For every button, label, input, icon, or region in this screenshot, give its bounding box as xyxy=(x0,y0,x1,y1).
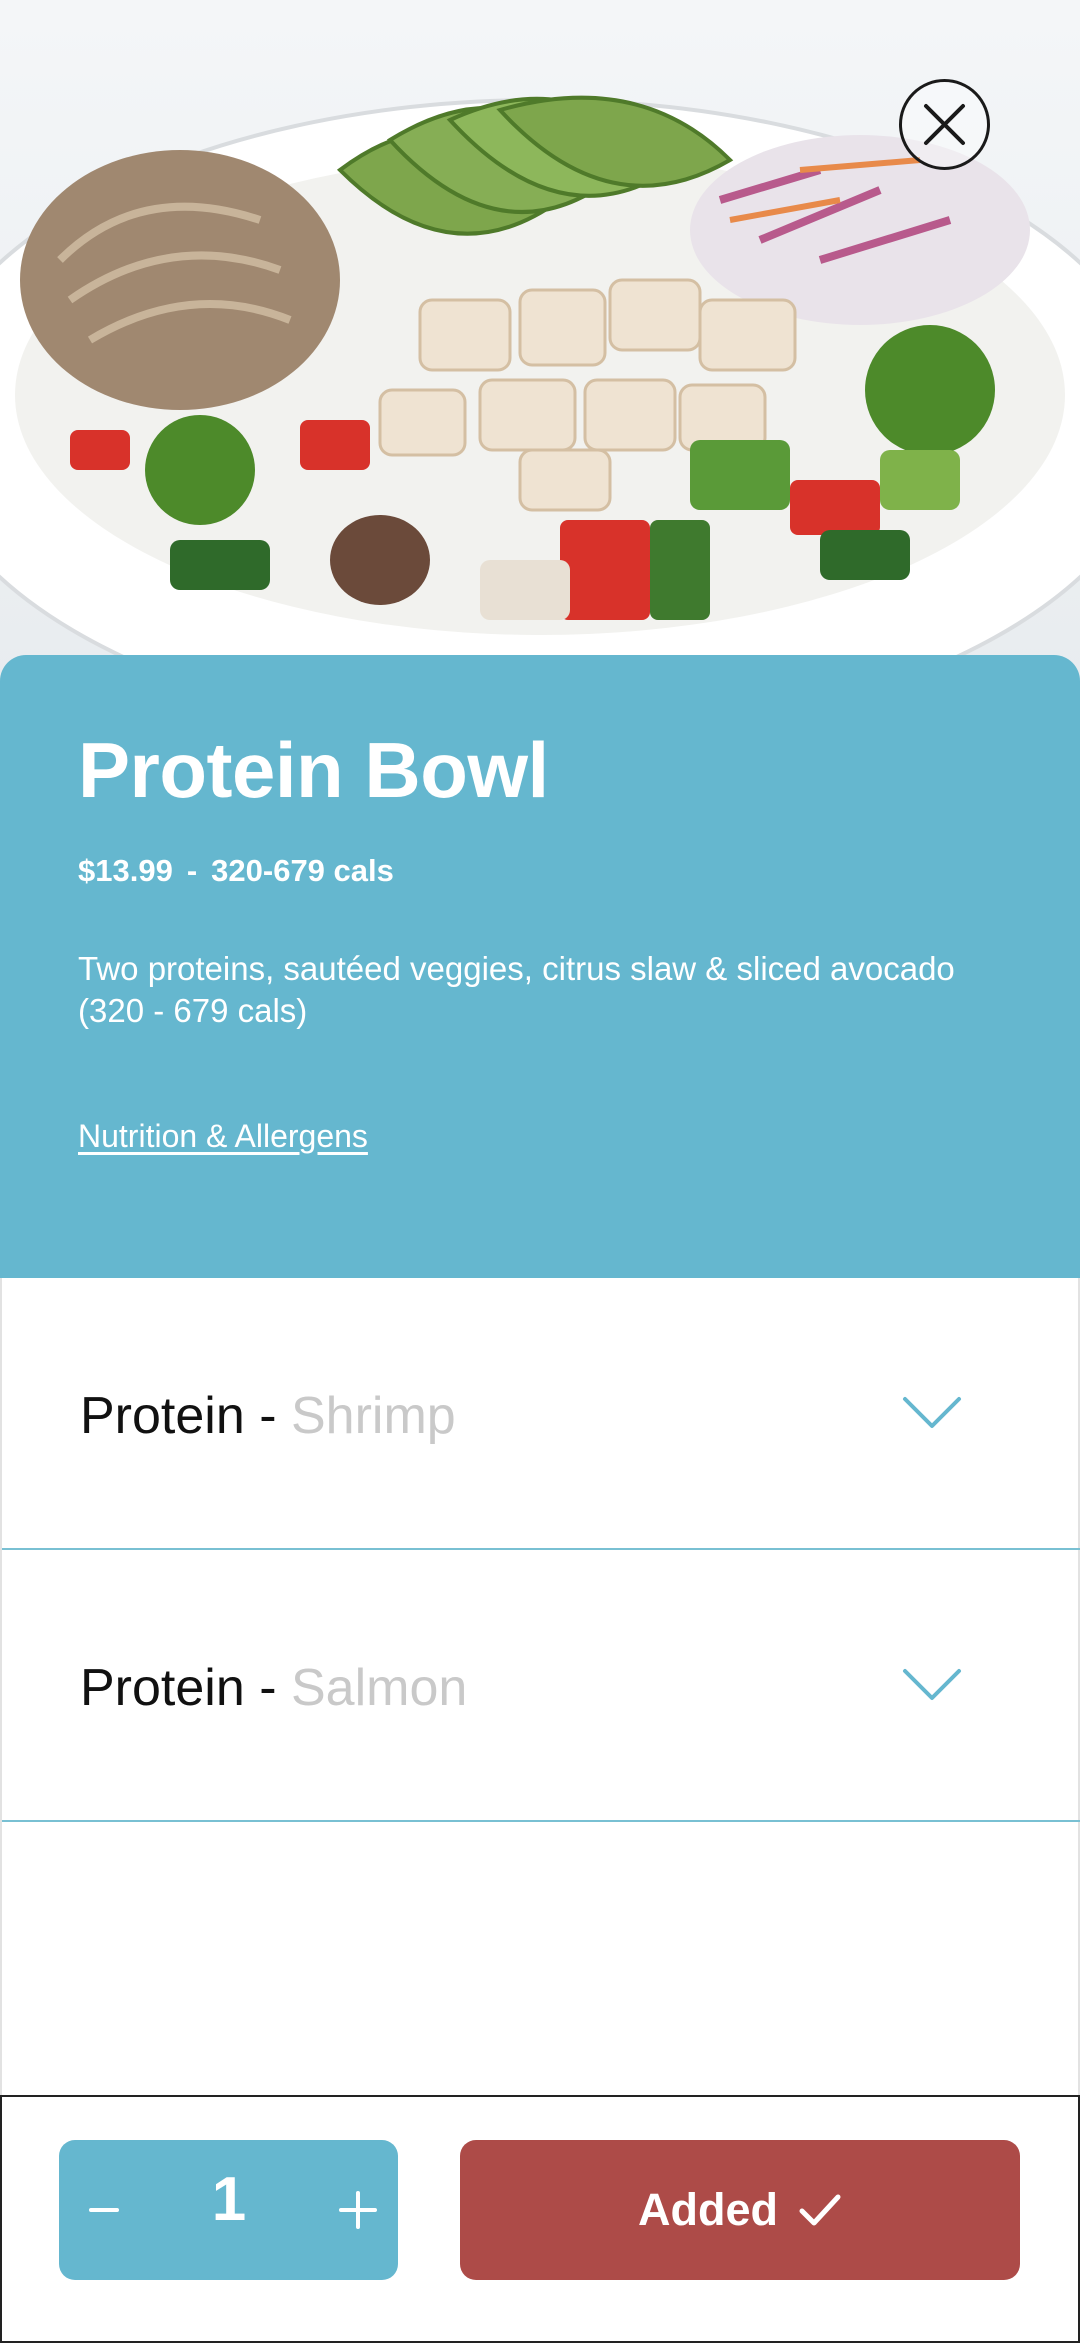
option-name: Protein xyxy=(80,1387,245,1445)
item-price: $13.99 xyxy=(78,853,173,888)
chevron-down-icon[interactable] xyxy=(902,1395,962,1431)
item-description: Two proteins, sautéed veggies, citrus sl… xyxy=(78,950,955,1029)
options-list: Protein - Shrimp Protein - Salmon xyxy=(0,1278,1080,2095)
item-title: Protein Bowl xyxy=(78,726,549,814)
option-dash: - xyxy=(244,1659,291,1717)
protein-option-1[interactable]: Protein - Shrimp xyxy=(2,1278,1080,1550)
option-selection: Salmon xyxy=(290,1659,468,1717)
nutrition-allergens-link[interactable]: Nutrition & Allergens xyxy=(78,1118,368,1155)
meta-separator: - xyxy=(186,853,198,888)
option-dash: - xyxy=(244,1387,291,1445)
added-to-cart-button[interactable]: Added xyxy=(460,2140,1020,2280)
option-selection: Shrimp xyxy=(290,1387,456,1445)
item-detail-page: Protein Bowl $13.99-320-679 cals Two pro… xyxy=(0,0,1080,2343)
plus-icon[interactable] xyxy=(323,2175,393,2245)
option-label: Protein - Shrimp xyxy=(80,1386,456,1446)
price-calories-line: $13.99-320-679 cals xyxy=(78,853,394,889)
quantity-stepper: 1 xyxy=(59,2140,398,2280)
chevron-down-icon[interactable] xyxy=(902,1667,962,1703)
protein-option-2[interactable]: Protein - Salmon xyxy=(2,1550,1080,1822)
quantity-value: 1 xyxy=(211,2165,247,2234)
item-info-panel: Protein Bowl $13.99-320-679 cals Two pro… xyxy=(0,655,1080,1278)
item-calories: 320-679 cals xyxy=(211,853,394,888)
added-label: Added xyxy=(638,2184,778,2235)
option-name: Protein xyxy=(80,1659,245,1717)
minus-icon[interactable] xyxy=(69,2175,139,2245)
item-photo xyxy=(0,0,1080,700)
option-label: Protein - Salmon xyxy=(80,1658,467,1718)
checkmark-icon xyxy=(799,2194,841,2226)
bottom-action-bar: 1 Added xyxy=(0,2095,1080,2343)
close-button[interactable] xyxy=(899,79,990,170)
close-icon xyxy=(924,104,965,145)
